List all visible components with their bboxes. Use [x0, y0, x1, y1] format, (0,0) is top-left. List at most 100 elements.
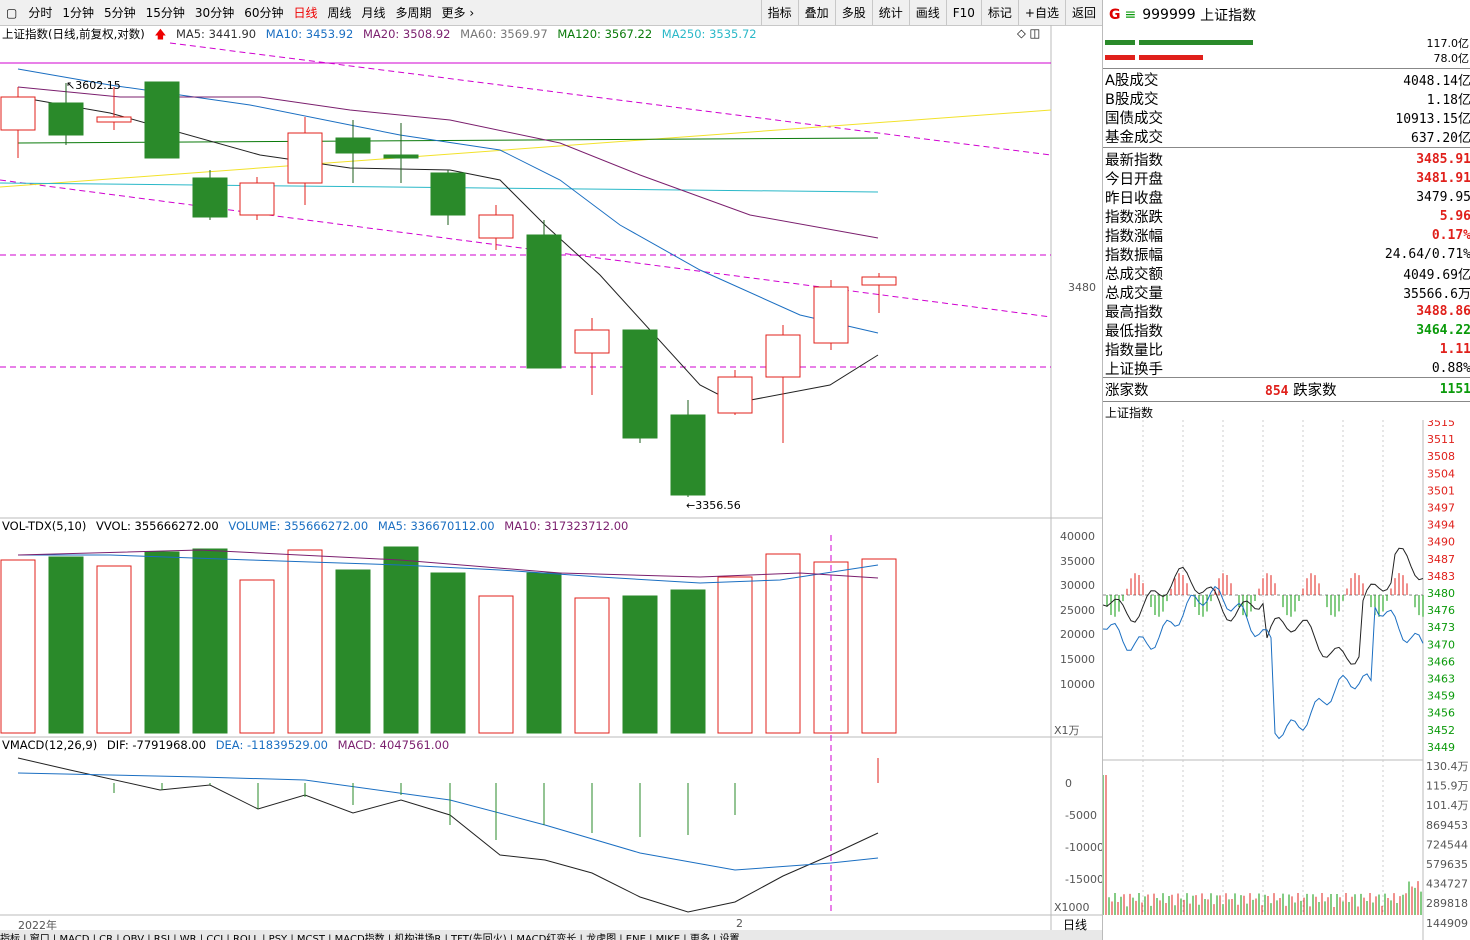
- toolbar-button[interactable]: F10: [945, 0, 981, 25]
- volume-bar: [192, 548, 228, 734]
- period-tab[interactable]: 1分钟: [57, 4, 99, 21]
- quote-label: A股成交: [1105, 73, 1159, 89]
- quote-value: 3479.95: [1416, 190, 1470, 205]
- toolbar-button[interactable]: +自选: [1017, 0, 1065, 25]
- candle-body: [383, 154, 419, 159]
- volume-bar: [765, 553, 801, 734]
- candle-body: [48, 102, 84, 136]
- period-tab[interactable]: 月线: [357, 4, 391, 21]
- period-tab[interactable]: 30分钟: [190, 4, 239, 21]
- quote-row: 上证换手 0.88%: [1105, 359, 1470, 378]
- mini-price-tick: 3449: [1427, 741, 1455, 754]
- mini-vol-tick: 724544: [1426, 838, 1468, 851]
- vol-axis-tick: 30000: [1060, 579, 1095, 593]
- toolbar-button[interactable]: 标记: [980, 0, 1018, 25]
- quote-label: 国债成交: [1105, 111, 1163, 127]
- vol-legend-ma5: MA5: 336670112.00: [377, 519, 495, 533]
- toolbar-button[interactable]: 返回: [1064, 0, 1102, 25]
- bar-value-2: 78.0亿: [1433, 52, 1470, 65]
- quote-value: 5.96: [1439, 209, 1470, 224]
- indicator-tabs[interactable]: 指标 | 窗口 | MACD | CR | OBV | RSI | WR | C…: [0, 930, 1102, 940]
- mini-vol-tick: 289818: [1426, 897, 1468, 910]
- divider: [1103, 377, 1470, 378]
- period-tab[interactable]: 日线: [288, 4, 322, 21]
- candle-body: [287, 132, 323, 184]
- quote-value: 3488.86: [1416, 304, 1470, 319]
- quote-label: 基金成交: [1105, 130, 1163, 146]
- quote-panel: G ≡ 999999 上证指数 117.0亿 78.0亿 A股成交 4048.14…: [1063, 0, 1470, 940]
- candle-body: [144, 81, 180, 159]
- toolbar-button[interactable]: 多股: [834, 0, 872, 25]
- period-tabs: ▢ 分时 1分钟 5分钟 15分钟 30分钟 60分钟 日线 周线 月线 多周期 更多 ›: [0, 0, 479, 25]
- quote-label: 最低指数: [1105, 324, 1163, 340]
- kline-chart-area[interactable]: 上证指数(日线,前复权,对数) 🡅 MA5: 3441.90 MA10: 345…: [0, 25, 1104, 940]
- quote-row: 国债成交 10913.15亿: [1105, 108, 1470, 127]
- quote-value: 3485.91: [1416, 152, 1470, 167]
- quote-value: 3464.22: [1416, 323, 1470, 338]
- main-legend-name: 上证指数(日线,前复权,对数): [2, 27, 145, 41]
- volume-bar: [574, 597, 610, 734]
- main-legend: 上证指数(日线,前复权,对数) 🡅 MA5: 3441.90 MA10: 345…: [2, 26, 763, 46]
- mini-vol-tick: 434727: [1426, 878, 1468, 891]
- mini-price-tick: 3508: [1427, 450, 1455, 463]
- toolbar-button[interactable]: 画线: [908, 0, 946, 25]
- bar-value-1: 117.0亿: [1426, 37, 1470, 50]
- legend-ma120: MA120: 3567.22: [557, 27, 653, 41]
- quote-row: 指数量比 1.11: [1105, 340, 1470, 359]
- toolbar-button[interactable]: 统计: [871, 0, 909, 25]
- intraday-chart[interactable]: 3515 3511 3508 3504 3501 3497 3494 3490 3487 3483…: [1103, 420, 1470, 940]
- quote-row: 最低指数 3464.22: [1105, 321, 1470, 340]
- quote-value: 35566.6万: [1403, 287, 1470, 302]
- quote-label: 总成交量: [1105, 286, 1163, 302]
- chart-control-icons[interactable]: ◇ ◫: [1017, 26, 1040, 40]
- up-count-label: 涨家数: [1105, 383, 1149, 399]
- divider: [1103, 147, 1470, 148]
- mini-price-tick: 3456: [1427, 707, 1455, 720]
- divider: [1103, 401, 1470, 402]
- quote-label: 指数振幅: [1105, 248, 1163, 264]
- quote-row: 总成交额 4049.69亿: [1105, 264, 1470, 283]
- period-tab[interactable]: 60分钟: [239, 4, 288, 21]
- breadth-row: 涨家数 854 跌家数 1151: [1105, 380, 1470, 399]
- toolbar-button[interactable]: 叠加: [797, 0, 835, 25]
- period-toolbar: ▢ 分时 1分钟 5分钟 15分钟 30分钟 60分钟 日线 周线 月线 多周期 更多 › 指标 叠加…: [0, 0, 1102, 26]
- mini-chart-title: 上证指数: [1105, 406, 1154, 420]
- volume-bar: [861, 558, 897, 734]
- period-tab[interactable]: 更多 ›: [437, 4, 480, 21]
- down-count: 1151: [1439, 382, 1470, 397]
- quote-label: 上证换手: [1105, 362, 1163, 378]
- candle-body: [622, 329, 658, 439]
- vol-unit: X1万: [1054, 724, 1080, 737]
- volume-bar: [478, 595, 514, 734]
- macd-legend: VMACD(12,26,9) DIF: -7791968.00 DEA: -11…: [2, 738, 455, 752]
- legend-ma20: MA20: 3508.92: [362, 27, 451, 41]
- candle-body: [239, 182, 275, 216]
- kline-svg[interactable]: [0, 25, 1102, 940]
- sell-bar-a: [1105, 55, 1135, 60]
- buy-bar-b: [1139, 40, 1253, 45]
- mini-vol-tick: 101.4万: [1426, 799, 1469, 812]
- mini-price-tick: 3459: [1427, 690, 1455, 703]
- mini-vol-tick: 144909: [1426, 917, 1468, 930]
- candle-body: [478, 214, 514, 239]
- macd-axis-tick: 0: [1065, 777, 1072, 790]
- volume-bar: [96, 565, 132, 734]
- macd-axis-tick: -15000: [1065, 873, 1104, 886]
- window-icon[interactable]: ▢: [0, 6, 23, 20]
- period-tab[interactable]: 15分钟: [141, 4, 190, 21]
- low-value: 3356.56: [695, 499, 741, 512]
- candle-body: [574, 329, 610, 354]
- period-tab[interactable]: 5分钟: [99, 4, 141, 21]
- period-tab[interactable]: 多周期: [391, 4, 437, 21]
- period-tab[interactable]: 分时: [23, 4, 57, 21]
- quote-code: 999999: [1142, 7, 1196, 23]
- quote-label: 最新指数: [1105, 153, 1163, 169]
- menu-icon[interactable]: ≡: [1125, 7, 1137, 23]
- volume-bar: [670, 589, 706, 734]
- period-tab[interactable]: 周线: [323, 4, 357, 21]
- mini-price-tick: 3494: [1427, 519, 1455, 532]
- legend-ma250: MA250: 3535.72: [661, 27, 757, 41]
- low-annotation: ←3356.56: [686, 499, 741, 512]
- mini-price-tick: 3515: [1427, 420, 1455, 429]
- toolbar-button[interactable]: 指标: [760, 0, 798, 25]
